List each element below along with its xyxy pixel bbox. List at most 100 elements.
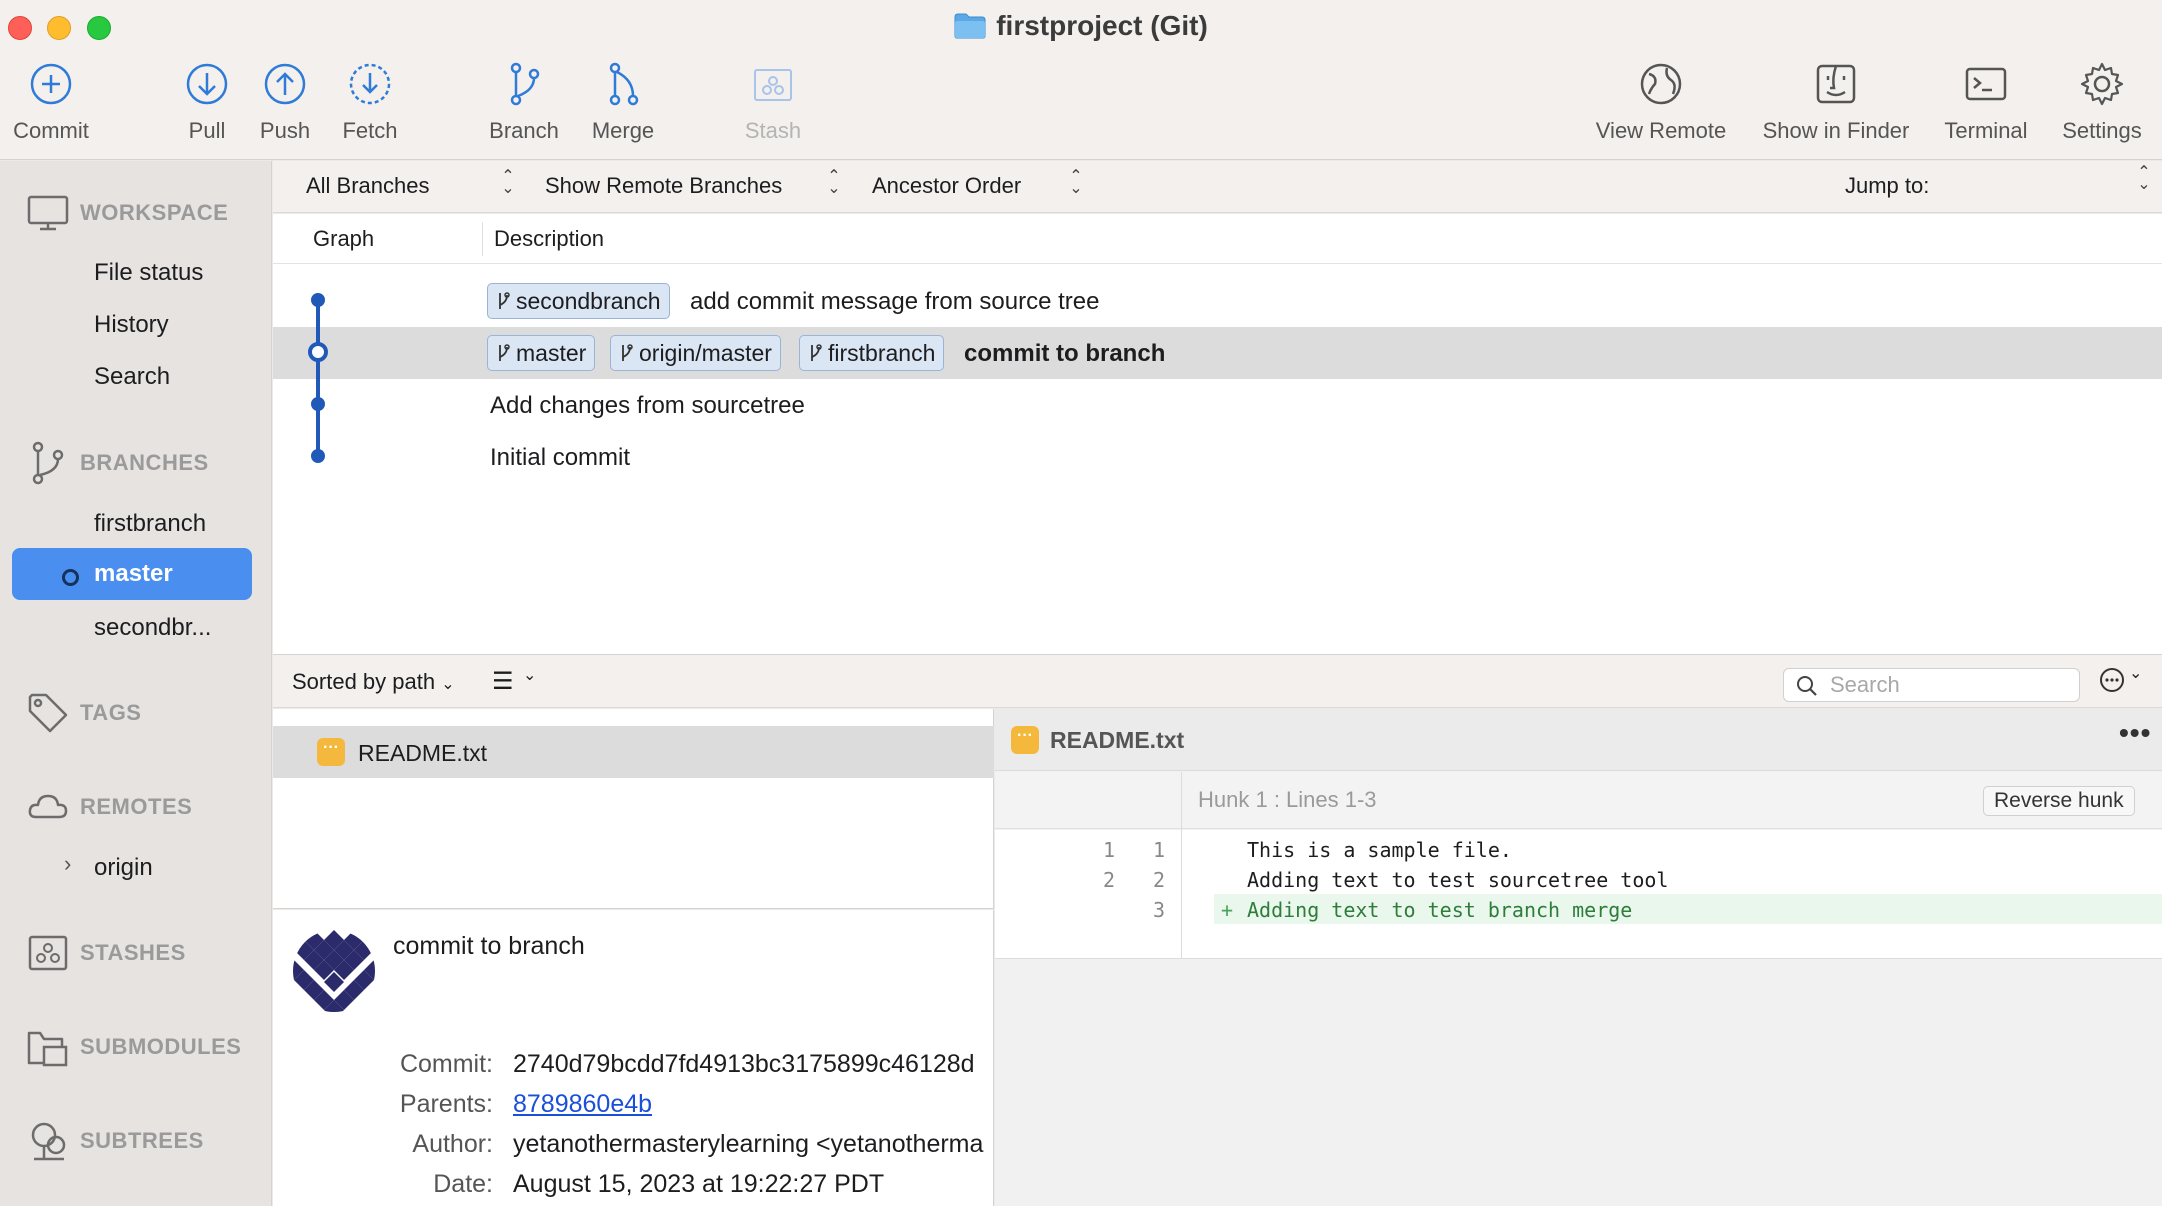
window-title: firstproject (Git) [996, 10, 1208, 41]
parents-label: Parents: [399, 1090, 493, 1118]
commit-node-head[interactable] [308, 342, 328, 362]
parent-commit-link[interactable]: 8789860e4b [513, 1090, 652, 1119]
merge-icon [609, 62, 639, 106]
diff-line-text: Adding text to test branch merge [1247, 898, 1633, 922]
chevron-down-icon[interactable]: ⌄ [2129, 663, 2142, 683]
sidebar-item-secondbranch[interactable]: secondbr... [94, 614, 211, 642]
pull-button[interactable]: Pull [180, 60, 234, 144]
sidebar-section-remotes[interactable]: REMOTES [26, 785, 192, 829]
sidebar-section-submodules[interactable]: SUBMODULES [26, 1025, 241, 1069]
search-field[interactable] [1783, 668, 2080, 702]
sidebar-item-search[interactable]: Search [94, 363, 170, 391]
branch-icon [622, 344, 633, 361]
sidebar-subtrees-title: SUBTREES [80, 1128, 204, 1153]
column-divider[interactable] [482, 222, 483, 256]
fetch-icon [349, 63, 391, 105]
diff-line-text: This is a sample file. [1247, 838, 1512, 862]
updown-chevron-icon[interactable]: ⌃ ⌄ [501, 169, 515, 197]
settings-button[interactable]: Settings [2058, 60, 2146, 144]
merge-button[interactable]: Merge [588, 60, 658, 144]
search-input[interactable] [1830, 673, 2070, 697]
sidebar-section-workspace[interactable]: WORKSPACE [26, 191, 228, 235]
reverse-hunk-button[interactable]: Reverse hunk [1983, 786, 2135, 816]
diff-line: 2 2 Adding text to test sourcetree tool [995, 864, 2162, 894]
sidebar-item-file-status[interactable]: File status [94, 259, 203, 287]
list-view-icon[interactable]: ☰ [492, 667, 514, 696]
branch-tag[interactable]: master [487, 335, 596, 371]
search-icon [1797, 676, 1817, 696]
hunk-header: Hunk 1 : Lines 1-3 Reverse hunk [995, 772, 2162, 829]
new-line-number: 1 [1152, 838, 1165, 862]
diff-line: 1 1 This is a sample file. [995, 834, 2162, 864]
commit-node[interactable] [311, 397, 325, 411]
changed-files-list: ··· README.txt [273, 709, 994, 909]
stash-label: Stash [744, 118, 802, 143]
folder-icon [954, 13, 986, 39]
updown-chevron-icon[interactable]: ⌃ ⌄ [1069, 169, 1083, 197]
commit-subject: commit to branch [393, 932, 585, 960]
sidebar-section-stashes[interactable]: STASHES [26, 931, 186, 975]
commit-message: Add changes from sourcetree [490, 392, 805, 419]
sidebar-item-origin[interactable]: origin [94, 854, 153, 882]
chevron-down-icon[interactable]: ⌄ [523, 665, 536, 685]
commit-node[interactable] [311, 449, 325, 463]
terminal-button[interactable]: Terminal [1940, 60, 2032, 144]
chevron-down-icon: ⌄ [441, 676, 455, 693]
jump-to-select[interactable]: ⌃ ⌄ [2137, 165, 2151, 193]
sidebar-section-branches[interactable]: BRANCHES [26, 441, 209, 485]
arrow-up-circle-icon [264, 63, 306, 105]
sidebar-section-tags[interactable]: TAGS [26, 691, 141, 735]
current-branch-indicator-icon [62, 569, 79, 586]
show-in-finder-button[interactable]: Show in Finder [1758, 60, 1914, 144]
commit-hash-value[interactable]: 2740d79bcdd7fd4913bc3175899c46128d [513, 1050, 975, 1079]
sidebar-section-subtrees[interactable]: SUBTREES [26, 1119, 204, 1163]
commit-label: Commit [13, 118, 89, 143]
file-row[interactable]: ··· README.txt [273, 726, 994, 778]
order-filter-select[interactable]: Ancestor Order [872, 173, 1021, 199]
window-title-container: firstproject (Git) [0, 10, 2162, 42]
chevron-right-icon[interactable]: › [64, 851, 71, 877]
author-label: Author: [412, 1130, 493, 1158]
more-actions-icon[interactable]: ••• [2119, 717, 2151, 749]
tree-icon [31, 1122, 66, 1161]
sidebar-item-history[interactable]: History [94, 311, 169, 339]
commit-row[interactable]: Add changes from sourcetree [273, 379, 2162, 431]
diff-view: ··· README.txt ••• Hunk 1 : Lines 1-3 Re… [995, 709, 2162, 1206]
show-in-finder-label: Show in Finder [1762, 118, 1910, 143]
stash-icon [754, 69, 792, 101]
branch-icon [32, 441, 64, 485]
view-remote-button[interactable]: View Remote [1592, 60, 1730, 144]
branches-filter-select[interactable]: All Branches [306, 173, 430, 199]
plus-circle-icon [30, 63, 72, 105]
remote-branches-filter-select[interactable]: Show Remote Branches [545, 173, 782, 199]
terminal-icon [1965, 67, 2007, 101]
stash-button[interactable]: Stash [742, 60, 804, 144]
file-toolbar: Sorted by path ⌄ ☰ ⌄ ⌄ [273, 654, 2162, 708]
branch-tag[interactable]: secondbranch [487, 283, 670, 319]
commit-node[interactable] [311, 293, 325, 307]
fetch-button[interactable]: Fetch [336, 60, 404, 144]
pull-label: Pull [188, 118, 226, 143]
commit-row-selected[interactable]: master origin/master firstbranch commit … [273, 327, 2162, 379]
commit-hash-label: Commit: [399, 1050, 493, 1078]
commit-row[interactable]: Initial commit [273, 431, 2162, 483]
branch-tag[interactable]: origin/master [610, 335, 781, 371]
author-value: yetanothermasterylearning <yetanotherma [513, 1130, 984, 1158]
settings-label: Settings [2062, 118, 2142, 143]
description-column-header[interactable]: Description [494, 226, 604, 252]
sidebar-item-firstbranch[interactable]: firstbranch [94, 510, 206, 538]
commit-list: Graph Description secondbranch add commi… [273, 214, 2162, 654]
more-options-icon[interactable] [2099, 667, 2125, 693]
updown-chevron-icon[interactable]: ⌃ ⌄ [827, 169, 841, 197]
sort-by-path-select[interactable]: Sorted by path ⌄ [292, 669, 455, 695]
push-button[interactable]: Push [256, 60, 314, 144]
stash-icon [28, 935, 68, 971]
modified-file-icon: ··· [317, 738, 345, 766]
branch-tag[interactable]: firstbranch [799, 335, 945, 371]
commit-row[interactable]: secondbranch add commit message from sou… [273, 275, 2162, 327]
branch-button[interactable]: Branch [486, 60, 562, 144]
commit-details: commit to branch Commit: 2740d79bcdd7fd4… [273, 910, 994, 1206]
sidebar-item-master[interactable]: master [12, 548, 252, 600]
commit-button[interactable]: Commit [8, 60, 94, 144]
diff-body: 1 1 This is a sample file. 2 2 Adding te… [995, 830, 2162, 959]
